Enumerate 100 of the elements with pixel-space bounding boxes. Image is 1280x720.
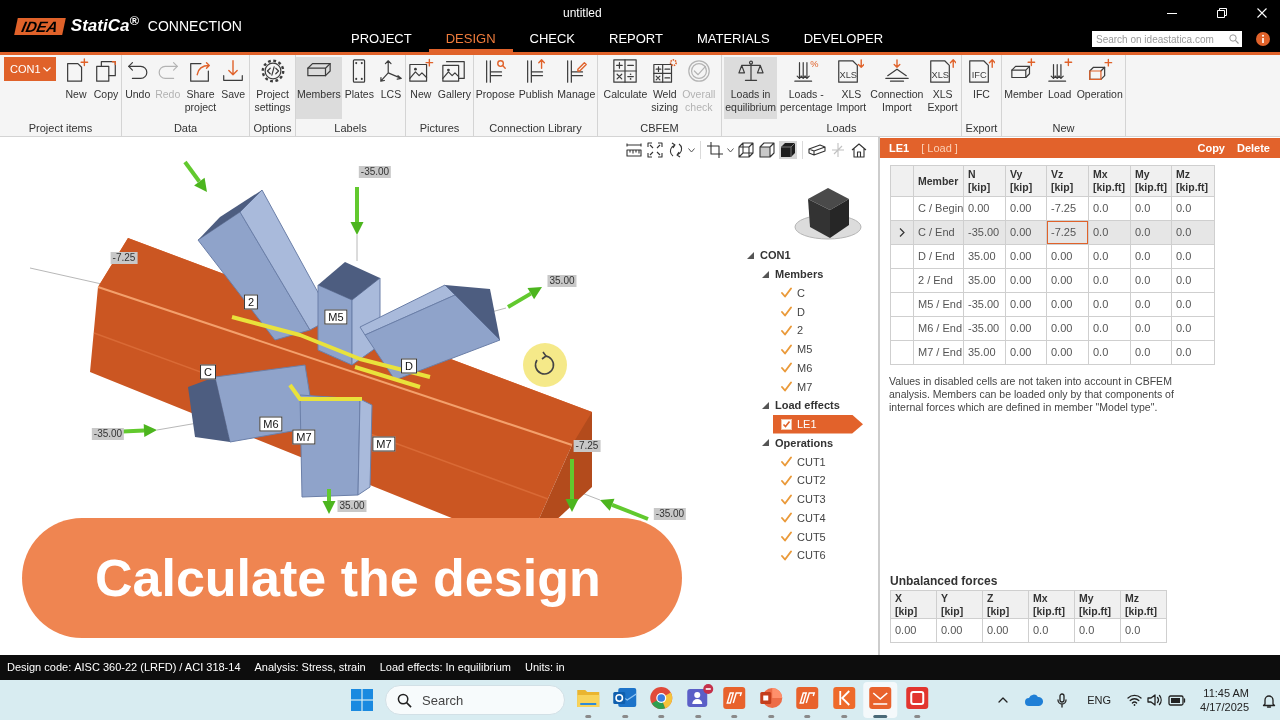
checkmark-icon[interactable] xyxy=(781,381,792,393)
share-button[interactable]: Share project xyxy=(183,57,218,119)
tree-node[interactable]: Operations xyxy=(775,435,834,450)
wifi-icon[interactable] xyxy=(1127,694,1143,706)
app-icon[interactable] xyxy=(862,680,899,720)
picture-add-button[interactable]: New xyxy=(406,57,435,119)
checkmark-icon[interactable] xyxy=(781,362,792,374)
bell-icon[interactable] xyxy=(1262,692,1276,708)
collapse-triangle-icon[interactable] xyxy=(762,270,769,278)
new-document-button[interactable]: New xyxy=(62,57,90,119)
clip-icon[interactable] xyxy=(706,141,724,159)
cloud-icon[interactable] xyxy=(1025,694,1044,706)
connection-import-button[interactable]: Connection Import xyxy=(869,57,925,119)
tree-item[interactable]: CUT2 xyxy=(773,471,863,490)
collapse-triangle-icon[interactable] xyxy=(762,401,769,409)
tree-item[interactable]: CUT5 xyxy=(773,527,863,546)
section-view-icon[interactable] xyxy=(808,141,826,159)
calculator-button[interactable]: Calculate xyxy=(602,57,649,119)
tree-item[interactable]: CUT6 xyxy=(773,546,863,565)
member-label: M6 xyxy=(259,416,283,432)
copy-button[interactable]: Copy xyxy=(92,57,120,119)
rotate-icon[interactable] xyxy=(667,141,685,159)
shaded-cube-icon[interactable] xyxy=(758,141,776,159)
tree-item[interactable]: M5 xyxy=(773,339,863,359)
battery-icon[interactable] xyxy=(1168,694,1187,706)
save-button[interactable]: Save xyxy=(219,57,248,119)
caret-icon[interactable] xyxy=(688,147,695,153)
ruler-icon[interactable] xyxy=(625,141,643,159)
gallery-button[interactable]: Gallery xyxy=(436,57,473,119)
beam-add-button[interactable]: Member xyxy=(1003,57,1044,119)
section-title: Unbalanced forces xyxy=(890,574,999,589)
table-cell: 0.0 xyxy=(1172,341,1215,365)
caret-icon[interactable] xyxy=(727,147,734,153)
tree-item[interactable]: D xyxy=(773,302,863,321)
tree-item[interactable]: CUT3 xyxy=(773,489,863,509)
settings-button[interactable]: Project settings xyxy=(253,57,292,119)
group-label: Labels xyxy=(333,121,368,136)
maximize-icon[interactable] xyxy=(1217,8,1227,18)
checkmark-icon[interactable] xyxy=(781,324,792,336)
solid-cube-icon[interactable] xyxy=(779,141,797,159)
box-add-button[interactable]: Operation xyxy=(1075,57,1124,119)
collapse-triangle-icon[interactable] xyxy=(762,439,769,447)
checkmark-icon[interactable] xyxy=(781,531,792,543)
library-search-button[interactable]: Propose xyxy=(474,57,516,119)
scales-button[interactable]: Loads in equilibrium xyxy=(724,57,777,119)
tree-item[interactable]: CUT4 xyxy=(773,508,863,528)
tree-item[interactable]: M6 xyxy=(773,358,863,378)
axes-button[interactable]: LCS xyxy=(376,57,405,119)
home-icon[interactable] xyxy=(850,141,868,159)
menu-tab[interactable]: MATERIALS xyxy=(679,26,787,52)
beam-button[interactable]: Members xyxy=(296,57,342,119)
checkbox-checked-icon[interactable] xyxy=(781,418,792,430)
close-icon[interactable] xyxy=(1257,8,1267,18)
checkmark-icon[interactable] xyxy=(781,549,792,561)
language-indicator[interactable]: ENG xyxy=(1087,691,1112,709)
tree-item[interactable]: C xyxy=(773,283,863,303)
column-header: Y [kip] xyxy=(937,591,983,619)
library-edit-button[interactable]: Manage xyxy=(556,57,597,119)
checkmark-icon[interactable] xyxy=(781,474,792,486)
microphone-icon[interactable] xyxy=(1057,692,1068,708)
library-upload-button[interactable]: Publish xyxy=(517,57,555,119)
undo-button[interactable]: Undo xyxy=(123,57,152,119)
tree-node[interactable]: Members xyxy=(775,267,824,282)
column-header: Z [kip] xyxy=(983,591,1029,619)
checkmark-icon[interactable] xyxy=(781,456,792,468)
menu-tab[interactable]: PROJECT xyxy=(334,26,429,52)
status-label: Units: xyxy=(524,660,554,676)
checkmark-icon[interactable] xyxy=(781,287,792,299)
tree-item[interactable]: 2 xyxy=(773,321,863,340)
collapse-triangle-icon[interactable] xyxy=(747,251,754,259)
plate-button[interactable]: Plates xyxy=(343,57,375,119)
info-icon[interactable] xyxy=(1256,32,1270,46)
load-add-button[interactable]: Load xyxy=(1045,57,1074,119)
search-field[interactable]: Search xyxy=(385,685,565,715)
volume-icon[interactable] xyxy=(1147,694,1163,706)
ifc-export-button[interactable]: IFC IFC xyxy=(967,57,996,119)
calculator-gear-button[interactable]: Weld sizing xyxy=(650,57,680,119)
start-icon[interactable] xyxy=(351,689,373,711)
clock-date[interactable]: 4/17/2025 xyxy=(1200,700,1249,714)
tree-node[interactable]: CON1 xyxy=(760,248,791,263)
checkmark-icon[interactable] xyxy=(781,493,792,505)
menu-tab[interactable]: REPORT xyxy=(592,26,680,52)
checkmark-icon[interactable] xyxy=(781,343,792,355)
panel-subtitle: [ Load ] xyxy=(921,141,958,155)
checkmark-icon[interactable] xyxy=(781,306,792,318)
checkmark-icon[interactable] xyxy=(781,512,792,524)
xls-export-button[interactable]: XLS XLS Export xyxy=(926,57,959,119)
tree-node[interactable]: Load effects xyxy=(775,398,840,413)
menu-tab[interactable]: CHECK xyxy=(512,26,593,52)
search-field[interactable]: Search on ideastatica.com xyxy=(1092,31,1242,47)
tree-item[interactable]: CUT1 xyxy=(773,452,863,471)
xls-import-button[interactable]: XLS XLS Import xyxy=(835,57,868,119)
clock-time[interactable]: 11:45 AM xyxy=(1203,686,1249,700)
loads-percent-button[interactable]: % Loads - percentage xyxy=(779,57,834,119)
fit-view-icon[interactable] xyxy=(646,141,664,159)
connection-dropdown[interactable]: CON1 xyxy=(4,57,56,81)
view-cube[interactable] xyxy=(794,188,862,240)
menu-tab[interactable]: DEVELOPER xyxy=(786,26,901,52)
wireframe-cube-icon[interactable] xyxy=(737,141,755,159)
tree-item[interactable]: M7 xyxy=(773,377,863,396)
